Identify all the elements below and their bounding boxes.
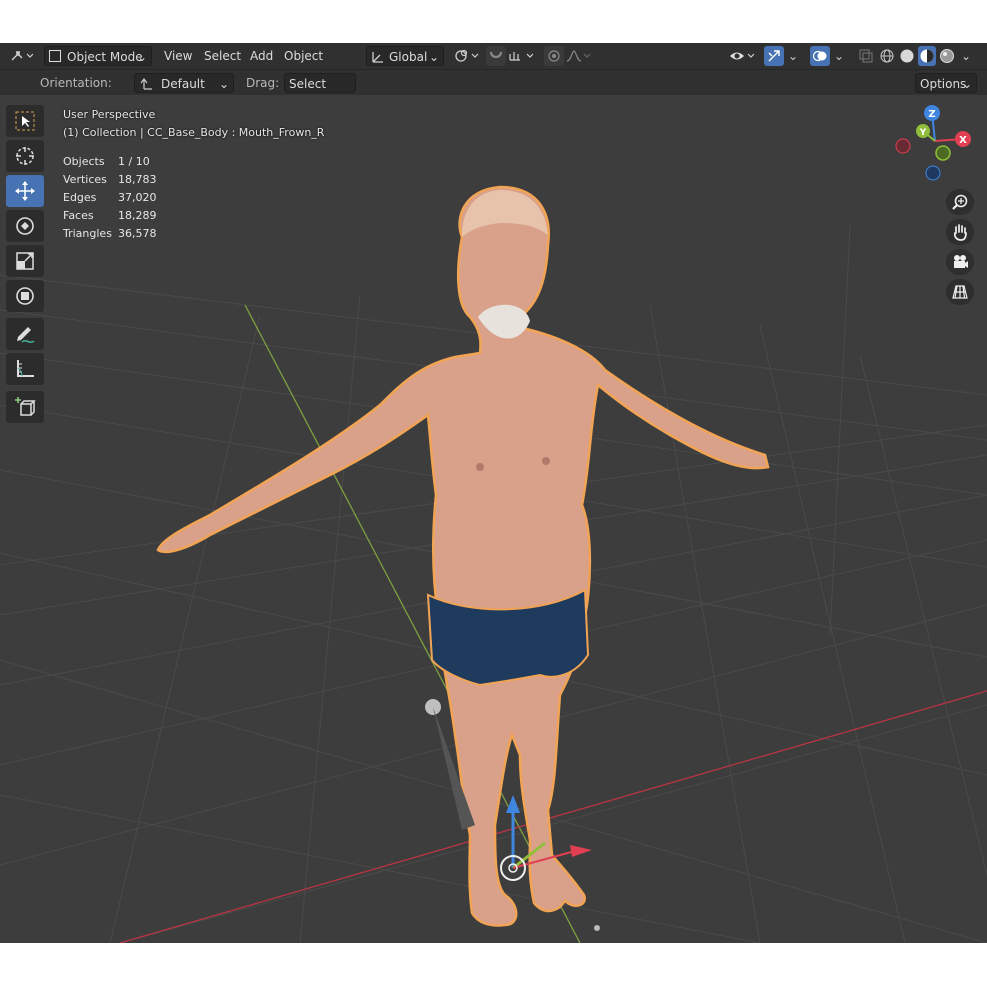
stat-vertices: Vertices 18,783 <box>63 173 157 186</box>
options-dropdown[interactable]: Options ⌄ <box>915 73 977 93</box>
scale-tool[interactable] <box>6 245 44 277</box>
perspective-toggle-button[interactable] <box>946 279 974 305</box>
proportional-edit-toggle[interactable] <box>544 46 564 66</box>
blender-window: Object Mode ⌄ View Select Add Object Glob… <box>0 43 987 943</box>
camera-icon <box>954 255 968 268</box>
camera-view-button[interactable] <box>946 249 974 275</box>
chevron-down-icon: ⌄ <box>960 49 972 63</box>
tool-settings-bar: Orientation: Default⌄ Drag: Select Box⌄ … <box>0 70 987 111</box>
material-sphere-icon <box>920 49 934 63</box>
3d-viewport[interactable]: User Perspective (1) Collection | CC_Bas… <box>0 95 987 943</box>
transform-orientation-dropdown[interactable]: Global ⌄ <box>366 46 444 66</box>
orientation-dropdown[interactable]: Default ⌄ <box>134 73 234 93</box>
add-cube-tool[interactable] <box>6 391 44 423</box>
zoom-button[interactable] <box>946 189 974 215</box>
wireframe-sphere-icon <box>880 49 894 63</box>
object-mode-icon <box>49 50 61 62</box>
solid-sphere-icon <box>900 49 914 63</box>
pivot-icon <box>455 49 479 62</box>
add-cube-icon <box>15 397 36 416</box>
snap-toggle[interactable] <box>486 46 506 66</box>
shading-dropdown[interactable]: ⌄ <box>958 46 974 66</box>
view-name: User Perspective <box>63 108 156 121</box>
stat-objects: Objects 1 / 10 <box>63 155 150 168</box>
chevron-down-icon: ⌄ <box>787 49 799 63</box>
menu-view[interactable]: View <box>160 46 196 66</box>
axes-icon <box>11 51 34 61</box>
annotate-pen-icon <box>17 327 35 344</box>
shading-wireframe-button[interactable] <box>878 46 896 66</box>
xray-icon <box>859 49 873 63</box>
ruler-icon <box>17 360 34 377</box>
select-box-icon <box>15 111 35 131</box>
menu-add[interactable]: Add <box>246 46 277 66</box>
falloff-curve-icon <box>566 50 591 62</box>
overlays-icon <box>812 50 827 62</box>
drag-label: Drag: <box>246 76 280 90</box>
eye-icon <box>730 52 755 60</box>
gizmo-dropdown[interactable]: ⌄ <box>785 46 801 66</box>
editor-type-button[interactable] <box>6 46 36 66</box>
chevron-down-icon: ⌄ <box>428 50 439 64</box>
drag-dropdown[interactable]: Select Box⌄ <box>284 73 356 111</box>
gizmo-icon <box>768 50 780 62</box>
rotate-tool[interactable] <box>6 210 44 242</box>
shading-solid-button[interactable] <box>898 46 916 66</box>
snap-target-button[interactable] <box>506 46 538 66</box>
tool-shelf <box>6 105 44 426</box>
chevron-down-icon: ⌄ <box>218 77 229 91</box>
active-object-info: (1) Collection | CC_Base_Body : Mouth_Fr… <box>63 126 325 139</box>
magnet-icon <box>489 51 503 59</box>
scale-icon <box>16 252 34 270</box>
pan-button[interactable] <box>946 219 974 245</box>
stat-faces: Faces 18,289 <box>63 209 157 222</box>
zoom-magnifier-icon <box>952 194 968 210</box>
annotate-tool[interactable] <box>6 318 44 350</box>
transform-icon <box>16 287 34 305</box>
navigation-gizmo[interactable]: Z X Y <box>890 101 980 191</box>
svg-text:Y: Y <box>919 128 927 138</box>
orientation-icon <box>140 78 152 90</box>
viewport-scene <box>0 185 987 943</box>
move-tool[interactable] <box>6 175 44 207</box>
mode-dropdown[interactable]: Object Mode ⌄ <box>44 46 152 66</box>
select-box-tool[interactable] <box>6 105 44 137</box>
menu-select[interactable]: Select <box>200 46 245 66</box>
falloff-button[interactable] <box>564 46 592 66</box>
hand-icon <box>953 224 967 241</box>
cursor-tool[interactable] <box>6 140 44 172</box>
move-icon <box>15 181 35 201</box>
shading-material-button[interactable] <box>918 46 936 66</box>
cursor-icon <box>16 147 34 165</box>
visibility-button[interactable] <box>728 46 758 66</box>
grid-perspective-icon <box>952 285 968 299</box>
overlays-toggle[interactable] <box>810 46 830 66</box>
svg-text:Z: Z <box>928 109 935 120</box>
orientation-label: Orientation: <box>40 76 112 90</box>
orientation-icon <box>372 52 383 63</box>
viewport-header: Object Mode ⌄ View Select Add Object Glob… <box>0 43 987 70</box>
chevron-down-icon: ⌄ <box>136 50 147 64</box>
stat-triangles: Triangles 36,578 <box>63 227 157 240</box>
svg-text:X: X <box>959 135 967 146</box>
stat-edges: Edges 37,020 <box>63 191 157 204</box>
menu-object[interactable]: Object <box>280 46 327 66</box>
snap-increment-icon <box>509 52 534 61</box>
rotate-icon <box>16 217 34 235</box>
transform-tool[interactable] <box>6 280 44 312</box>
pivot-point-button[interactable] <box>452 46 482 66</box>
proportional-edit-icon <box>548 50 560 62</box>
measure-tool[interactable] <box>6 353 44 385</box>
xray-toggle[interactable] <box>856 46 876 66</box>
overlays-dropdown[interactable]: ⌄ <box>831 46 847 66</box>
gizmo-toggle[interactable] <box>764 46 784 66</box>
rendered-sphere-icon <box>940 49 954 63</box>
chevron-down-icon: ⌄ <box>833 49 845 63</box>
chevron-down-icon: ⌄ <box>961 77 972 91</box>
shading-rendered-button[interactable] <box>938 46 956 66</box>
